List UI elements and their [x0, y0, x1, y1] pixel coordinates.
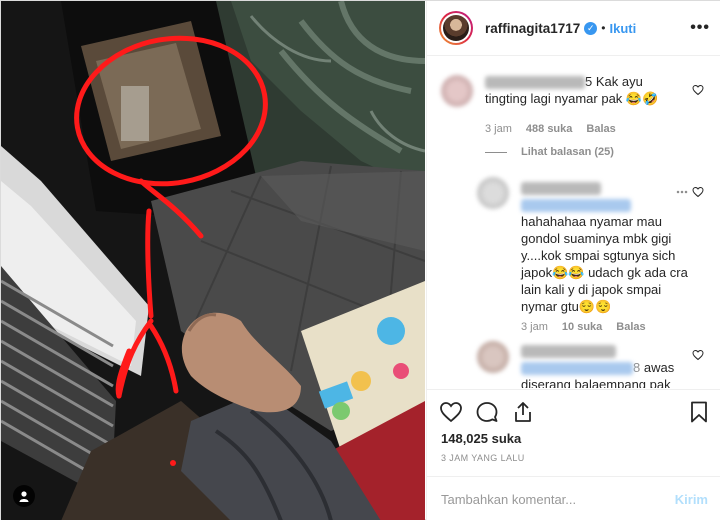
post-actions: 148,025 suka 3 JAM YANG LALU Kirim [427, 389, 720, 520]
post-header: raffinagita1717 ✓ • Ikuti ••• [427, 1, 720, 56]
reply-username-blurred[interactable] [521, 345, 616, 359]
reply-username-blurred[interactable] [521, 182, 601, 196]
verified-badge-icon: ✓ [584, 21, 598, 35]
profile-avatar[interactable] [439, 11, 473, 45]
comment-username-suffix: 5 [585, 74, 593, 89]
comment-text: tingting lagi nyamar pak 😂🤣 [485, 91, 659, 106]
comment-likes[interactable]: 488 suka [526, 123, 572, 135]
like-reply-heart-icon[interactable] [692, 186, 704, 198]
post-photo[interactable] [1, 1, 425, 520]
comment-username-blurred[interactable] [485, 76, 585, 90]
reply-text: awas [643, 360, 675, 375]
comment-time[interactable]: 3 jam [485, 123, 512, 135]
reply-item: 8 awas diserang balaempang pak [521, 342, 696, 388]
tagged-users-button[interactable] [13, 485, 35, 507]
reply-text: diserang balaempang pak [521, 377, 671, 388]
like-heart-icon[interactable] [439, 400, 463, 424]
comment-text: Kak ayu [595, 74, 643, 89]
photo-canvas [1, 1, 425, 520]
comments-list[interactable]: 5 Kak ayu tingting lagi nyamar pak 😂🤣 3 … [427, 57, 720, 388]
like-comment-heart-icon[interactable] [692, 84, 704, 96]
reply-meta: 3 jam 10 suka Balas [521, 321, 646, 333]
comment-meta: 3 jam 488 suka Balas [485, 123, 616, 135]
bookmark-icon[interactable] [687, 400, 711, 424]
reply-button[interactable]: Balas [586, 123, 615, 135]
view-replies-label: Lihat balasan (25) [521, 146, 614, 158]
comment-item: 5 Kak ayu tingting lagi nyamar pak 😂🤣 [485, 73, 720, 107]
reply-avatar[interactable] [477, 341, 509, 373]
reply-avatar[interactable] [477, 177, 509, 209]
post-comment-button[interactable]: Kirim [675, 492, 708, 507]
post-sidebar: raffinagita1717 ✓ • Ikuti ••• 5 Kak ayu … [426, 1, 720, 520]
post-timestamp[interactable]: 3 JAM YANG LALU [441, 453, 525, 463]
like-reply-heart-icon[interactable] [692, 349, 704, 361]
separator-dot: • [601, 21, 606, 35]
share-icon[interactable] [511, 400, 535, 424]
comment-bubble-icon[interactable] [475, 400, 499, 424]
action-icons-row [439, 400, 711, 424]
comment-input[interactable] [441, 492, 675, 507]
view-replies-button[interactable]: Lihat balasan (25) [485, 146, 614, 158]
follow-button[interactable]: Ikuti [610, 21, 637, 36]
view-replies-line [485, 151, 507, 153]
reply-item: hahahahaa nyamar mau gondol suaminya mbk… [521, 179, 696, 315]
post-username[interactable]: raffinagita1717 [485, 21, 580, 36]
reply-mention-suffix: 8 [633, 360, 641, 375]
reply-mention-blurred[interactable] [521, 199, 631, 213]
likes-count[interactable]: 148,025 suka [441, 431, 521, 446]
reply-time[interactable]: 3 jam [521, 321, 548, 333]
more-options-button[interactable]: ••• [690, 19, 710, 37]
instagram-post-modal: raffinagita1717 ✓ • Ikuti ••• 5 Kak ayu … [0, 0, 720, 520]
reply-reply-button[interactable]: Balas [616, 321, 645, 333]
comment-avatar[interactable] [441, 75, 473, 107]
user-icon [19, 490, 29, 502]
reply-mention-blurred[interactable] [521, 362, 633, 376]
add-comment-bar: Kirim [427, 476, 720, 520]
reply-text: hahahahaa nyamar mau gondol suaminya mbk… [521, 214, 688, 314]
more-options-icon[interactable] [676, 186, 688, 198]
reply-likes[interactable]: 10 suka [562, 321, 602, 333]
